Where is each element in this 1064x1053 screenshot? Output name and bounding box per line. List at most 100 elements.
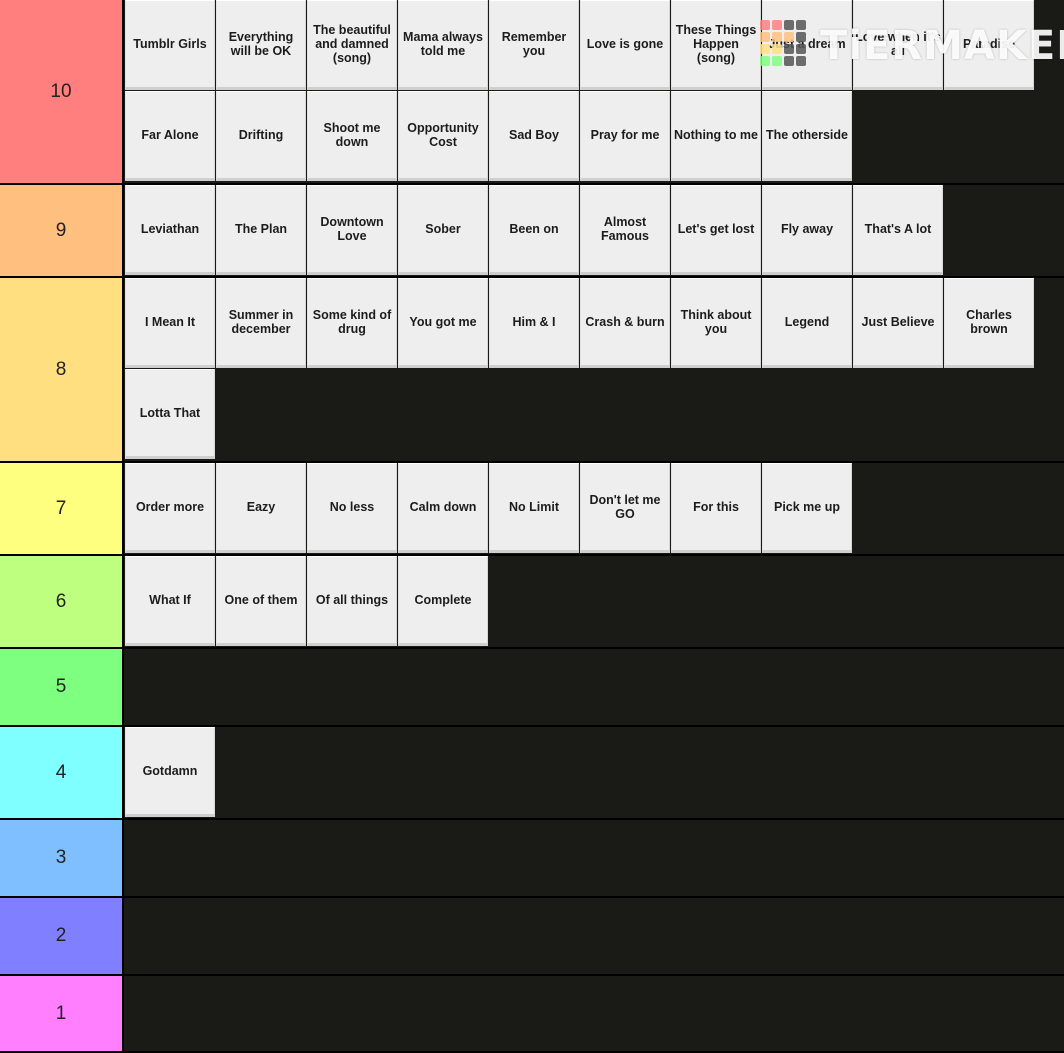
tier-label[interactable]: 10 [0, 0, 124, 183]
tier-item-tile[interactable]: The otherside [762, 91, 852, 181]
tier-item-tile[interactable]: Opportunity Cost [398, 91, 488, 181]
tier-item-tile[interactable]: Drifting [216, 91, 306, 181]
tier-item-label: Charles brown [966, 308, 1012, 336]
tier-label[interactable]: 3 [0, 820, 124, 896]
tier-item-tile[interactable]: Leviathan [125, 185, 215, 275]
tier-items [125, 976, 1064, 1051]
tier-item-tile[interactable]: Eazy [216, 463, 306, 553]
tier-item-tile[interactable]: What If [125, 556, 215, 646]
tier-row-7: 7 Order more Eazy No less Calm down No Limit D… [0, 463, 1064, 556]
tier-item-label: Sober [425, 222, 461, 236]
tier-item-label: Crash & burn [585, 315, 665, 329]
tier-item-tile[interactable]: Pray for me [580, 91, 670, 181]
tier-item-label: Let's get lost [677, 222, 755, 236]
tier-item-tile[interactable]: Love when it's all [853, 0, 943, 90]
tier-label[interactable]: 2 [0, 898, 124, 974]
tier-item-tile[interactable]: The Plan [216, 185, 306, 275]
tier-item-tile[interactable]: Tumblr Girls [125, 0, 215, 90]
tier-item-tile[interactable]: Just a dream [762, 0, 852, 90]
tier-item-label: Eazy [246, 500, 276, 514]
tier-item-label: Some kind of drug [312, 308, 392, 336]
tier-item-tile[interactable]: The beautiful and damned (song) [307, 0, 397, 90]
tier-item-tile[interactable]: One of them [216, 556, 306, 646]
tier-items [125, 898, 1064, 974]
tier-items [125, 649, 1064, 725]
tier-item-label: Pick me up [774, 500, 840, 514]
tier-items: What If One of them Of all things Complete [125, 556, 1064, 647]
tier-label[interactable]: 6 [0, 556, 124, 647]
tier-item-label: Love when it's all [855, 30, 941, 58]
tier-item-tile[interactable]: I Mean It [125, 278, 215, 368]
tier-row-1: 1 [0, 976, 1064, 1053]
tier-item-tile[interactable]: Far Alone [125, 91, 215, 181]
tier-item-tile[interactable]: These Things Happen (song) [671, 0, 761, 90]
tier-item-label: Order more [135, 500, 205, 514]
tier-item-tile[interactable]: Think about you [671, 278, 761, 368]
tier-item-tile[interactable]: No Limit [489, 463, 579, 553]
tier-label[interactable]: 5 [0, 649, 124, 725]
tier-item-tile[interactable]: Him & I [489, 278, 579, 368]
tier-row-2: 2 [0, 898, 1064, 976]
tier-item-tile[interactable]: Mama always told me [398, 0, 488, 90]
tier-item-tile[interactable]: Legend [762, 278, 852, 368]
tier-item-label: These Things Happen (song) [675, 23, 757, 65]
tier-item-tile[interactable]: Some kind of drug [307, 278, 397, 368]
tier-item-tile[interactable]: Fly away [762, 185, 852, 275]
tier-item-tile[interactable]: Just Believe [853, 278, 943, 368]
tier-item-tile[interactable]: Downtown Love [307, 185, 397, 275]
tier-item-label: For this [693, 500, 739, 514]
tier-list: 10 Tumblr Girls Everything will be OK The b… [0, 0, 1064, 1053]
tier-item-tile[interactable]: For this [671, 463, 761, 553]
tier-item-tile[interactable]: That's A lot [853, 185, 943, 275]
tier-item-tile[interactable]: Complete [398, 556, 488, 646]
tier-item-tile[interactable]: Sad Boy [489, 91, 579, 181]
tier-item-label: Think about you [680, 308, 752, 336]
tier-item-tile[interactable]: Crash & burn [580, 278, 670, 368]
tier-item-tile[interactable]: Nothing to me [671, 91, 761, 181]
tier-item-label: Just Believe [861, 315, 935, 329]
tier-item-label: Don't let me GO [589, 493, 661, 521]
tier-item-tile[interactable]: Love is gone [580, 0, 670, 90]
tier-item-tile[interactable]: You got me [398, 278, 488, 368]
tier-item-tile[interactable]: No less [307, 463, 397, 553]
tier-row-6: 6 What If One of them Of all things Complete [0, 556, 1064, 649]
tier-item-tile[interactable]: Everything will be OK [216, 0, 306, 90]
tier-item-tile[interactable]: Don't let me GO [580, 463, 670, 553]
tier-item-tile[interactable]: Let's get lost [671, 185, 761, 275]
tier-label[interactable]: 7 [0, 463, 124, 554]
tier-item-label: Him & I [512, 315, 556, 329]
tier-item-label: Gotdamn [142, 764, 198, 778]
tier-item-tile[interactable]: Charles brown [944, 278, 1034, 368]
tier-item-tile[interactable]: Remember you [489, 0, 579, 90]
tier-label[interactable]: 9 [0, 185, 124, 276]
tier-item-label: Mama always told me [403, 30, 483, 58]
tier-items [125, 820, 1064, 896]
tier-row-10: 10 Tumblr Girls Everything will be OK The b… [0, 0, 1064, 185]
tier-label[interactable]: 8 [0, 278, 124, 461]
tier-label[interactable]: 1 [0, 976, 124, 1051]
tier-row-5: 5 [0, 649, 1064, 727]
tier-item-tile[interactable]: Summer in december [216, 278, 306, 368]
tier-item-label: Nothing to me [673, 128, 758, 142]
tier-item-label: No less [329, 500, 375, 514]
tier-item-tile[interactable]: Sober [398, 185, 488, 275]
tier-item-tile[interactable]: Calm down [398, 463, 488, 553]
tier-items: Tumblr Girls Everything will be OK The bea… [125, 0, 1064, 183]
tier-item-label: You got me [409, 315, 477, 329]
tier-item-label: Summer in december [228, 308, 294, 336]
tier-item-tile[interactable]: Of all things [307, 556, 397, 646]
tier-item-tile[interactable]: Gotdamn [125, 727, 215, 817]
tier-item-tile[interactable]: Pick me up [762, 463, 852, 553]
tier-item-tile[interactable]: Order more [125, 463, 215, 553]
tier-item-tile[interactable]: Almost Famous [580, 185, 670, 275]
tier-item-label: Lotta That [139, 406, 201, 420]
tier-item-tile[interactable]: Been on [489, 185, 579, 275]
tier-item-tile[interactable]: Paradise [944, 0, 1034, 90]
tier-item-tile[interactable]: Lotta That [125, 369, 215, 459]
tier-item-label: Calm down [409, 500, 477, 514]
tier-row-3: 3 [0, 820, 1064, 898]
tier-label[interactable]: 4 [0, 727, 124, 818]
tier-item-tile[interactable]: Shoot me down [307, 91, 397, 181]
tier-item-label: Tumblr Girls [133, 37, 207, 51]
tier-item-label: I Mean It [144, 315, 195, 329]
